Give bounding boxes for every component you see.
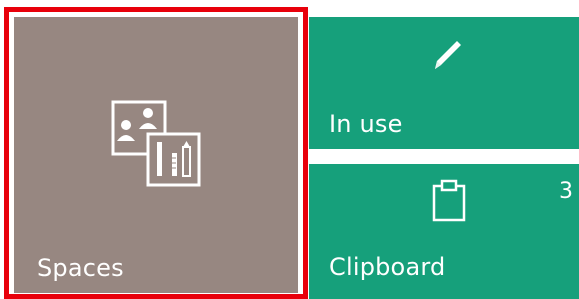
- in-use-label: In use: [329, 110, 403, 138]
- in-use-tile[interactable]: In use: [309, 17, 579, 149]
- clipboard-icon: [432, 179, 466, 222]
- spaces-icon: [111, 100, 201, 187]
- clipboard-tile[interactable]: 3 Clipboard: [309, 164, 579, 299]
- clipboard-count-badge: 3: [559, 179, 573, 204]
- spaces-label: Spaces: [37, 254, 124, 282]
- spaces-tile[interactable]: Spaces: [14, 17, 298, 293]
- pencil-icon: [435, 41, 461, 69]
- clipboard-label: Clipboard: [329, 253, 446, 281]
- tile-grid: Spaces In use 3 Clipboard: [0, 0, 579, 299]
